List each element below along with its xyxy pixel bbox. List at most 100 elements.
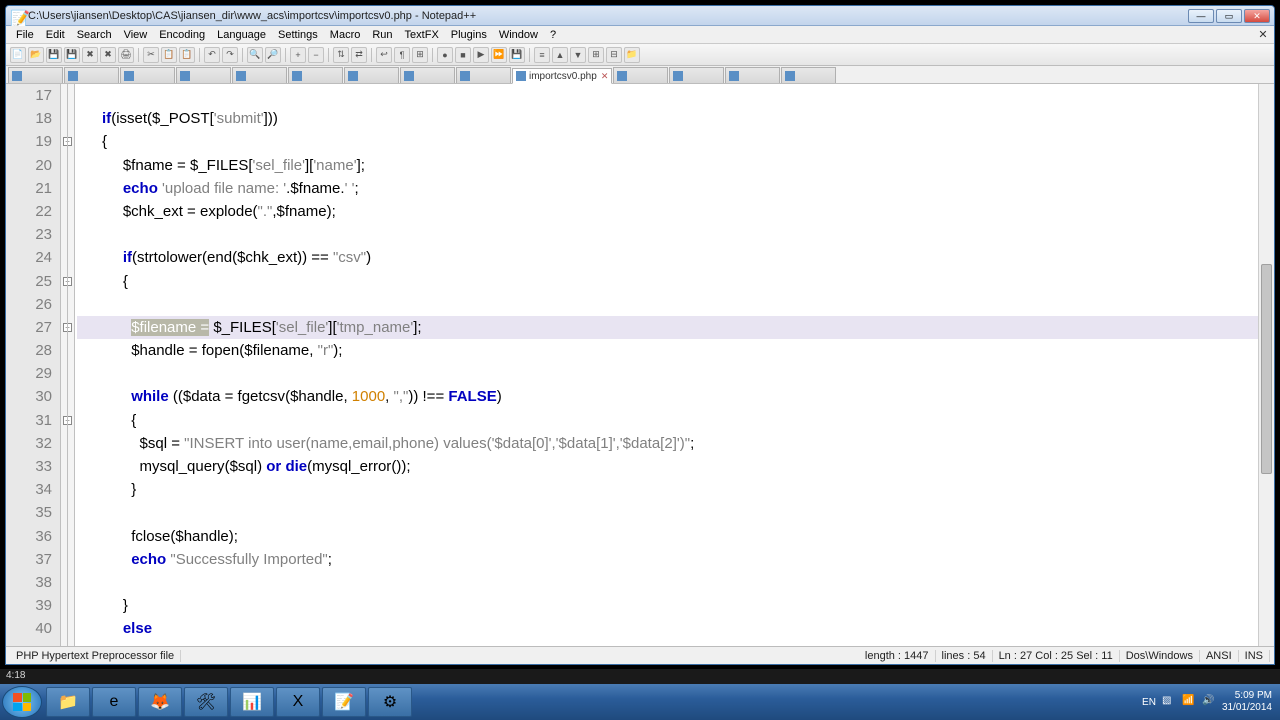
file-tab[interactable] bbox=[120, 67, 175, 83]
tab-label: importcsv0.php bbox=[529, 71, 597, 82]
play-macro-icon[interactable]: ▶ bbox=[473, 47, 489, 63]
taskbar-excel-icon[interactable]: X bbox=[276, 687, 320, 717]
redo-icon[interactable]: ↷ bbox=[222, 47, 238, 63]
window-controls: — ▭ ✕ bbox=[1188, 9, 1270, 23]
file-tab[interactable] bbox=[400, 67, 455, 83]
print-icon[interactable]: 🖨 bbox=[118, 47, 134, 63]
taskbar-firefox-icon[interactable]: 🦊 bbox=[138, 687, 182, 717]
menu-bar: File Edit Search View Encoding Language … bbox=[6, 26, 1274, 44]
file-tab[interactable] bbox=[232, 67, 287, 83]
tool-extra-icon[interactable]: ▼ bbox=[570, 47, 586, 63]
tool-extra-icon[interactable]: 📁 bbox=[624, 47, 640, 63]
file-tab[interactable] bbox=[669, 67, 724, 83]
menu-window[interactable]: Window bbox=[493, 29, 544, 41]
file-tab[interactable] bbox=[456, 67, 511, 83]
file-tab[interactable] bbox=[613, 67, 668, 83]
windows-logo-icon bbox=[13, 693, 31, 711]
menu-file[interactable]: File bbox=[10, 29, 40, 41]
show-chars-icon[interactable]: ¶ bbox=[394, 47, 410, 63]
toolbar-separator bbox=[529, 48, 530, 62]
taskbar-ie-icon[interactable]: e bbox=[92, 687, 136, 717]
tab-close-icon[interactable]: ✕ bbox=[601, 71, 609, 82]
scrollbar-thumb[interactable] bbox=[1261, 264, 1272, 474]
zoom-in-icon[interactable]: + bbox=[290, 47, 306, 63]
file-tab-active[interactable]: importcsv0.php ✕ bbox=[512, 68, 612, 84]
tool-extra-icon[interactable]: ⊟ bbox=[606, 47, 622, 63]
file-tab[interactable] bbox=[176, 67, 231, 83]
wrap-icon[interactable]: ↩ bbox=[376, 47, 392, 63]
file-tab[interactable] bbox=[725, 67, 780, 83]
tool-extra-icon[interactable]: ⊞ bbox=[588, 47, 604, 63]
open-file-icon[interactable]: 📂 bbox=[28, 47, 44, 63]
save-macro-icon[interactable]: 💾 bbox=[509, 47, 525, 63]
start-button[interactable] bbox=[2, 686, 42, 718]
stop-macro-icon[interactable]: ■ bbox=[455, 47, 471, 63]
taskbar-app-icon[interactable]: 🛠 bbox=[184, 687, 228, 717]
toolbar-separator bbox=[432, 48, 433, 62]
file-tab[interactable] bbox=[64, 67, 119, 83]
close-all-icon[interactable]: ✖ bbox=[100, 47, 116, 63]
save-all-icon[interactable]: 💾 bbox=[64, 47, 80, 63]
toolbar-separator bbox=[242, 48, 243, 62]
undo-icon[interactable]: ↶ bbox=[204, 47, 220, 63]
minimize-button[interactable]: — bbox=[1188, 9, 1214, 23]
tray-clock[interactable]: 5:09 PM 31/01/2014 bbox=[1222, 690, 1272, 714]
tool-extra-icon[interactable]: ▲ bbox=[552, 47, 568, 63]
taskbar-explorer-icon[interactable]: 📁 bbox=[46, 687, 90, 717]
menu-encoding[interactable]: Encoding bbox=[153, 29, 211, 41]
file-icon bbox=[516, 71, 526, 81]
cut-icon[interactable]: ✂ bbox=[143, 47, 159, 63]
zoom-out-icon[interactable]: − bbox=[308, 47, 324, 63]
close-document-button[interactable]: ✕ bbox=[1256, 28, 1270, 41]
file-icon bbox=[348, 71, 358, 81]
taskbar-app-icon[interactable]: ⚙ bbox=[368, 687, 412, 717]
menu-help[interactable]: ? bbox=[544, 29, 562, 41]
save-icon[interactable]: 💾 bbox=[46, 47, 62, 63]
file-icon bbox=[404, 71, 414, 81]
new-file-icon[interactable]: 📄 bbox=[10, 47, 26, 63]
close-icon[interactable]: ✖ bbox=[82, 47, 98, 63]
tray-network-icon[interactable]: 📶 bbox=[1182, 695, 1196, 709]
sync-horiz-icon[interactable]: ⇄ bbox=[351, 47, 367, 63]
menu-settings[interactable]: Settings bbox=[272, 29, 324, 41]
menu-edit[interactable]: Edit bbox=[40, 29, 71, 41]
play-multi-icon[interactable]: ⏩ bbox=[491, 47, 507, 63]
title-bar[interactable]: 📝 C:\Users\jiansen\Desktop\CAS\jiansen_d… bbox=[6, 6, 1274, 26]
maximize-button[interactable]: ▭ bbox=[1216, 9, 1242, 23]
tool-extra-icon[interactable]: ≡ bbox=[534, 47, 550, 63]
menu-textfx[interactable]: TextFX bbox=[399, 29, 445, 41]
fold-column[interactable]: −−−− bbox=[61, 84, 75, 646]
file-tab[interactable] bbox=[8, 67, 63, 83]
vertical-scrollbar[interactable] bbox=[1258, 84, 1274, 646]
menu-run[interactable]: Run bbox=[366, 29, 398, 41]
record-macro-icon[interactable]: ● bbox=[437, 47, 453, 63]
menu-language[interactable]: Language bbox=[211, 29, 272, 41]
file-tab[interactable] bbox=[781, 67, 836, 83]
tray-flag-icon[interactable]: ▧ bbox=[1162, 695, 1176, 709]
status-length: length : 1447 bbox=[859, 650, 936, 662]
taskbar-notepadpp-icon[interactable]: 📝 bbox=[322, 687, 366, 717]
tabs-bar: importcsv0.php ✕ bbox=[6, 66, 1274, 84]
menu-macro[interactable]: Macro bbox=[324, 29, 367, 41]
file-icon bbox=[12, 71, 22, 81]
file-tab[interactable] bbox=[288, 67, 343, 83]
menu-view[interactable]: View bbox=[118, 29, 154, 41]
file-icon bbox=[68, 71, 78, 81]
system-tray[interactable]: EN ▧ 📶 🔊 5:09 PM 31/01/2014 bbox=[1142, 690, 1278, 714]
tray-volume-icon[interactable]: 🔊 bbox=[1202, 695, 1216, 709]
close-button[interactable]: ✕ bbox=[1244, 9, 1270, 23]
copy-icon[interactable]: 📋 bbox=[161, 47, 177, 63]
sync-vert-icon[interactable]: ⇅ bbox=[333, 47, 349, 63]
paste-icon[interactable]: 📋 bbox=[179, 47, 195, 63]
code-editor[interactable]: if(isset($_POST['submit'])) { $fname = $… bbox=[75, 84, 1274, 646]
tray-lang[interactable]: EN bbox=[1142, 697, 1156, 708]
menu-plugins[interactable]: Plugins bbox=[445, 29, 493, 41]
taskbar-app-icon[interactable]: 📊 bbox=[230, 687, 274, 717]
find-icon[interactable]: 🔍 bbox=[247, 47, 263, 63]
tray-time: 5:09 PM bbox=[1222, 690, 1272, 702]
file-tab[interactable] bbox=[344, 67, 399, 83]
indent-guide-icon[interactable]: ⊞ bbox=[412, 47, 428, 63]
menu-search[interactable]: Search bbox=[71, 29, 118, 41]
replace-icon[interactable]: 🔎 bbox=[265, 47, 281, 63]
file-icon bbox=[729, 71, 739, 81]
